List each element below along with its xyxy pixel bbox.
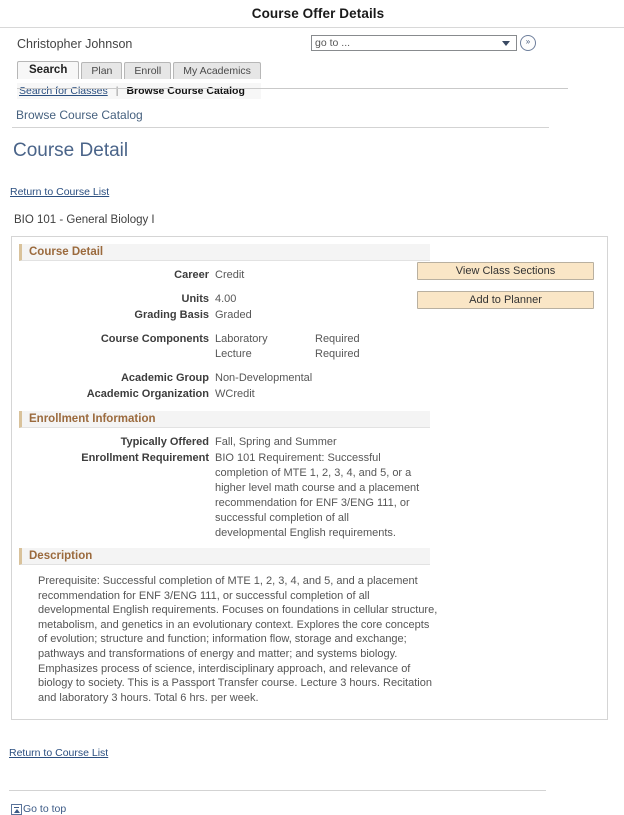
page-header: Christopher Johnson go to ... » [0,28,624,61]
field-row-grading-basis: Grading Basis Graded [12,308,607,323]
field-row-course-components: Course Components Laboratory Required Le… [12,332,607,362]
footer-divider [9,790,546,792]
component-name-lecture: Lecture [215,348,252,360]
course-components-list: Laboratory Required Lecture Required [215,332,360,362]
go-to-select[interactable]: go to ... [311,35,517,51]
field-value-units: 4.00 [215,293,237,305]
sublink-browse-course-catalog[interactable]: Browse Course Catalog [126,85,244,97]
chevron-down-icon [502,39,511,48]
tab-search[interactable]: Search [17,61,80,79]
field-value-academic-organization: WCredit [215,388,255,400]
return-to-course-list-link-bottom[interactable]: Return to Course List [9,747,108,759]
breadcrumb[interactable]: Browse Course Catalog [16,108,624,122]
section-header-description: Description [19,548,430,565]
field-label-career: Career [174,269,209,281]
return-to-course-list-link-top[interactable]: Return to Course List [10,186,109,198]
field-value-enrollment-requirement: BIO 101 Requirement: Successful completi… [215,452,420,539]
field-label-course-components: Course Components [100,333,209,345]
go-to-selected-value: go to ... [315,37,351,49]
field-row-academic-organization: Academic Organization WCredit [12,387,607,402]
field-value-career: Credit [215,269,245,281]
field-label-typically-offered: Typically Offered [120,436,209,448]
go-to-control: go to ... » [311,35,536,51]
go-to-top-link[interactable]: Go to top [11,803,624,815]
sublink-separator: | [115,85,119,97]
panel-action-buttons: View Class Sections Add to Planner [417,262,594,309]
course-detail-panel: View Class Sections Add to Planner Cours… [11,236,608,721]
tab-my-academics[interactable]: My Academics [173,62,261,79]
component-name-laboratory: Laboratory [215,333,268,345]
go-to-submit-button[interactable]: » [520,35,536,51]
component-requirement-lecture: Required [315,348,360,360]
course-component-row: Lecture Required [215,347,360,362]
tab-enroll[interactable]: Enroll [124,62,172,79]
component-requirement-laboratory: Required [315,333,360,345]
go-to-top-icon [11,803,22,815]
description-body: Prerequisite: Successful completion of M… [38,575,438,704]
field-row-enrollment-requirement: Enrollment Requirement BIO 101 Requireme… [12,451,607,541]
window-title-bar: Course Offer Details [0,0,624,28]
field-value-grading-basis: Graded [215,309,252,321]
section-header-course-detail: Course Detail [19,244,430,261]
tabs-underline [17,88,568,89]
field-row-academic-group: Academic Group Non-Developmental [12,371,607,386]
view-class-sections-button[interactable]: View Class Sections [417,262,594,280]
sublink-search-for-classes[interactable]: Search for Classes [19,85,108,97]
go-to-top-label: Go to top [23,803,67,815]
window-title: Course Offer Details [251,6,385,21]
field-label-grading-basis: Grading Basis [134,309,209,321]
field-value-academic-group: Non-Developmental [215,372,313,384]
add-to-planner-button[interactable]: Add to Planner [417,291,594,309]
field-row-typically-offered: Typically Offered Fall, Spring and Summe… [12,435,607,450]
main-tabs: Search Plan Enroll My Academics [17,61,624,79]
field-label-academic-organization: Academic Organization [86,388,209,400]
field-label-units: Units [181,293,210,305]
user-name: Christopher Johnson [17,37,133,51]
enrollment-information-fields: Typically Offered Fall, Spring and Summe… [12,435,607,541]
field-label-enrollment-requirement: Enrollment Requirement [81,452,209,464]
page-title: Course Detail [13,140,129,161]
section-header-enrollment-information: Enrollment Information [19,411,430,428]
breadcrumb-divider [12,127,549,128]
tab-plan[interactable]: Plan [81,62,123,79]
course-component-row: Laboratory Required [215,332,360,347]
sub-navigation: Search for Classes | Browse Course Catal… [17,83,261,99]
course-title: BIO 101 - General Biology I [14,214,155,226]
field-value-typically-offered: Fall, Spring and Summer [215,436,337,448]
field-label-academic-group: Academic Group [120,372,209,384]
